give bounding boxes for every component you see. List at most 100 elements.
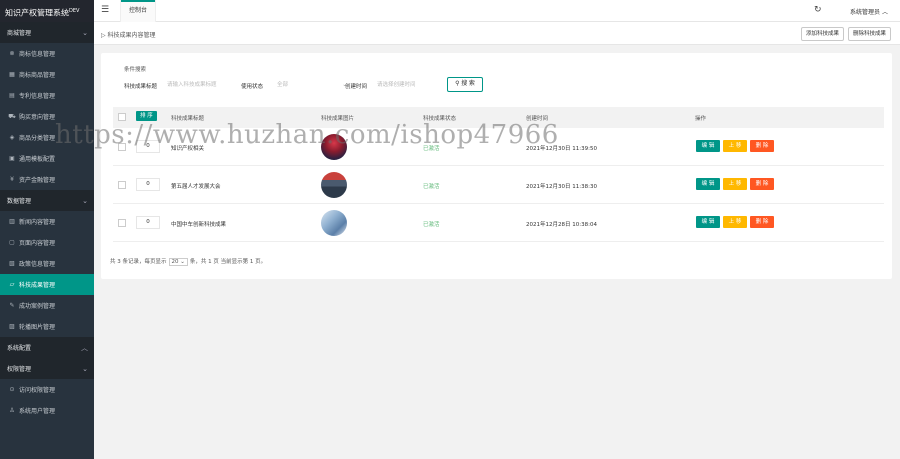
sort-button[interactable]: 排 序 (136, 111, 157, 121)
circle-icon: ⊗ (9, 50, 15, 57)
sort-input[interactable]: 0 (136, 140, 160, 153)
status-badge: 已激活 (423, 222, 440, 228)
sidebar-item[interactable]: ▱ 科技成果管理 (0, 274, 94, 295)
topbar: ☰ 控制台 ↻ 系统管理员 ︿ (94, 0, 900, 22)
chevron-down-icon: ⌄ (82, 196, 88, 205)
pen-icon: ✎ (9, 302, 15, 309)
edit-button[interactable]: 编 辑 (696, 216, 720, 228)
sidebar-item[interactable]: ♙ 系统用户管理 (0, 400, 94, 421)
sidebar-item-label: 页面内容管理 (19, 240, 56, 247)
sidebar-group[interactable]: 商城管理 ⌄ (0, 22, 94, 43)
row-thumbnail (321, 134, 347, 160)
sidebar-item[interactable]: ▢ 页面内容管理 (0, 232, 94, 253)
row-checkbox[interactable] (118, 181, 126, 189)
sidebar-group-label: 系统配置 (7, 345, 32, 352)
status-badge: 已激活 (423, 146, 440, 152)
sidebar-item[interactable]: ⛟ 购买意向管理 (0, 106, 94, 127)
table-row: 0 第五届人才发展大会 已激活 2021年12月30日 11:38:30 编 辑上 移删… (113, 166, 884, 204)
sidebar-item[interactable]: ◈ 商品分类管理 (0, 127, 94, 148)
add-button[interactable]: 添加科技成果 (801, 27, 845, 41)
edit-button[interactable]: 编 辑 (696, 140, 720, 152)
search-button[interactable]: ⚲ 搜 索 (447, 77, 483, 92)
sidebar-group[interactable]: 数据管理 ⌄ (0, 190, 94, 211)
search-icon: ⚲ (455, 81, 460, 87)
row-checkbox[interactable] (118, 143, 126, 151)
col-title: 科技成果标题 (171, 116, 205, 122)
sidebar-item[interactable]: ▨ 轮播图片管理 (0, 316, 94, 337)
filter-title: 条件搜索 (124, 67, 147, 73)
sidebar-item[interactable]: ⊙ 访问权限管理 (0, 379, 94, 400)
sidebar-item-label: 资产金融管理 (19, 177, 56, 184)
delete-button[interactable]: 删除科技成果 (848, 27, 892, 41)
content-card: 条件搜索 科技成果标题 请输入科技成果标题 使用状态 全部 ⌄ 创建时间 请选择创… (101, 53, 892, 279)
version-badge: DEV (69, 8, 80, 14)
app-title: 知识产权管理系统DEV (0, 0, 94, 22)
delete-row-button[interactable]: 删 除 (750, 178, 774, 190)
row-time: 2021年12月30日 11:38:30 (526, 184, 597, 190)
sidebar-item-label: 购买意向管理 (19, 114, 56, 121)
sidebar-group-label: 权限管理 (7, 366, 32, 373)
template-icon: ▣ (9, 155, 15, 162)
breadcrumb: ▷ 科技成果内容管理 (101, 32, 156, 39)
sidebar-group-label: 数据管理 (7, 198, 32, 205)
delete-row-button[interactable]: 删 除 (750, 140, 774, 152)
sidebar-item-label: 科技成果管理 (19, 282, 56, 289)
col-actions: 操作 (695, 116, 707, 122)
cart-icon: ⛟ (8, 112, 16, 120)
table-row: 0 知识产权相关 已激活 2021年12月30日 11:39:50 编 辑上 移删 除 (113, 128, 884, 166)
per-page-select[interactable]: 20 ⌄ (168, 258, 188, 266)
sort-input[interactable]: 0 (136, 178, 160, 191)
row-checkbox[interactable] (118, 219, 126, 227)
name-label: 科技成果标题 (124, 84, 158, 90)
time-input[interactable]: 请选择创建时间 (373, 78, 443, 92)
refresh-icon[interactable]: ↻ (814, 5, 822, 15)
table-row: 0 中国中车创新科技成果 已激活 2021年12月28日 10:38:04 编 辑上 移… (113, 204, 884, 242)
row-time: 2021年12月30日 11:39:50 (526, 146, 597, 152)
move-up-button[interactable]: 上 移 (723, 140, 747, 152)
edit-button[interactable]: 编 辑 (696, 178, 720, 190)
sidebar-item[interactable]: ▦ 商标商品管理 (0, 64, 94, 85)
sidebar-item[interactable]: ▧ 政策信息管理 (0, 253, 94, 274)
move-up-button[interactable]: 上 移 (723, 178, 747, 190)
sidebar-group-label: 商城管理 (7, 30, 32, 37)
sidebar-item[interactable]: ¥ 资产金融管理 (0, 169, 94, 190)
chevron-down-icon: ⌄ (82, 28, 88, 37)
sidebar-item[interactable]: ▣ 通用模板配置 (0, 148, 94, 169)
breadcrumb-bar: ▷ 科技成果内容管理 添加科技成果 删除科技成果 (94, 22, 900, 45)
status-select[interactable]: 全部 ⌄ (273, 78, 353, 92)
row-title: 中国中车创新科技成果 (171, 222, 227, 228)
col-time: 创建时间 (526, 116, 549, 122)
status-label: 使用状态 (241, 84, 264, 90)
sidebar: 知识产权管理系统DEV 商城管理 ⌄ ⊗ 商标信息管理 ▦ 商标商品管理 ▤ 专利信息管理 ⛟ 购… (0, 0, 94, 459)
delete-row-button[interactable]: 删 除 (750, 216, 774, 228)
chevron-down-icon: ⌄ (82, 364, 88, 373)
move-up-button[interactable]: 上 移 (723, 216, 747, 228)
sidebar-item[interactable]: ▥ 新闻内容管理 (0, 211, 94, 232)
time-label: 创建时间 (345, 84, 368, 90)
sidebar-group[interactable]: 权限管理 ⌄ (0, 358, 94, 379)
sidebar-item-label: 专利信息管理 (19, 93, 56, 100)
select-all-checkbox[interactable] (118, 113, 126, 121)
pagination: 共 3 条记录，每页显示 20 ⌄ 条，共 1 页 当前显示第 1 页。 (110, 258, 267, 266)
user-menu[interactable]: 系统管理员 ︿ (850, 7, 888, 16)
row-thumbnail (321, 172, 347, 198)
tab-console[interactable]: 控制台 (120, 0, 157, 22)
image-icon: ▨ (9, 323, 15, 330)
name-input[interactable]: 请输入科技成果标题 (163, 78, 241, 92)
sidebar-item[interactable]: ✎ 成功案例管理 (0, 295, 94, 316)
grid-icon: ▦ (9, 71, 15, 78)
row-time: 2021年12月28日 10:38:04 (526, 222, 597, 228)
sidebar-group[interactable]: 系统配置 ︿ (0, 337, 94, 358)
chart-icon: ▱ (9, 281, 15, 288)
status-badge: 已激活 (423, 184, 440, 190)
menu-toggle-icon[interactable]: ☰ (101, 5, 109, 15)
sidebar-item[interactable]: ▤ 专利信息管理 (0, 85, 94, 106)
chevron-up-icon: ︿ (81, 343, 88, 352)
sort-input[interactable]: 0 (136, 216, 160, 229)
money-icon: ¥ (10, 176, 14, 183)
sidebar-item-label: 系统用户管理 (19, 408, 56, 415)
sidebar-item[interactable]: ⊗ 商标信息管理 (0, 43, 94, 64)
tag-icon: ◈ (9, 134, 15, 141)
sidebar-item-label: 商品分类管理 (19, 135, 56, 142)
policy-icon: ▧ (9, 260, 15, 267)
